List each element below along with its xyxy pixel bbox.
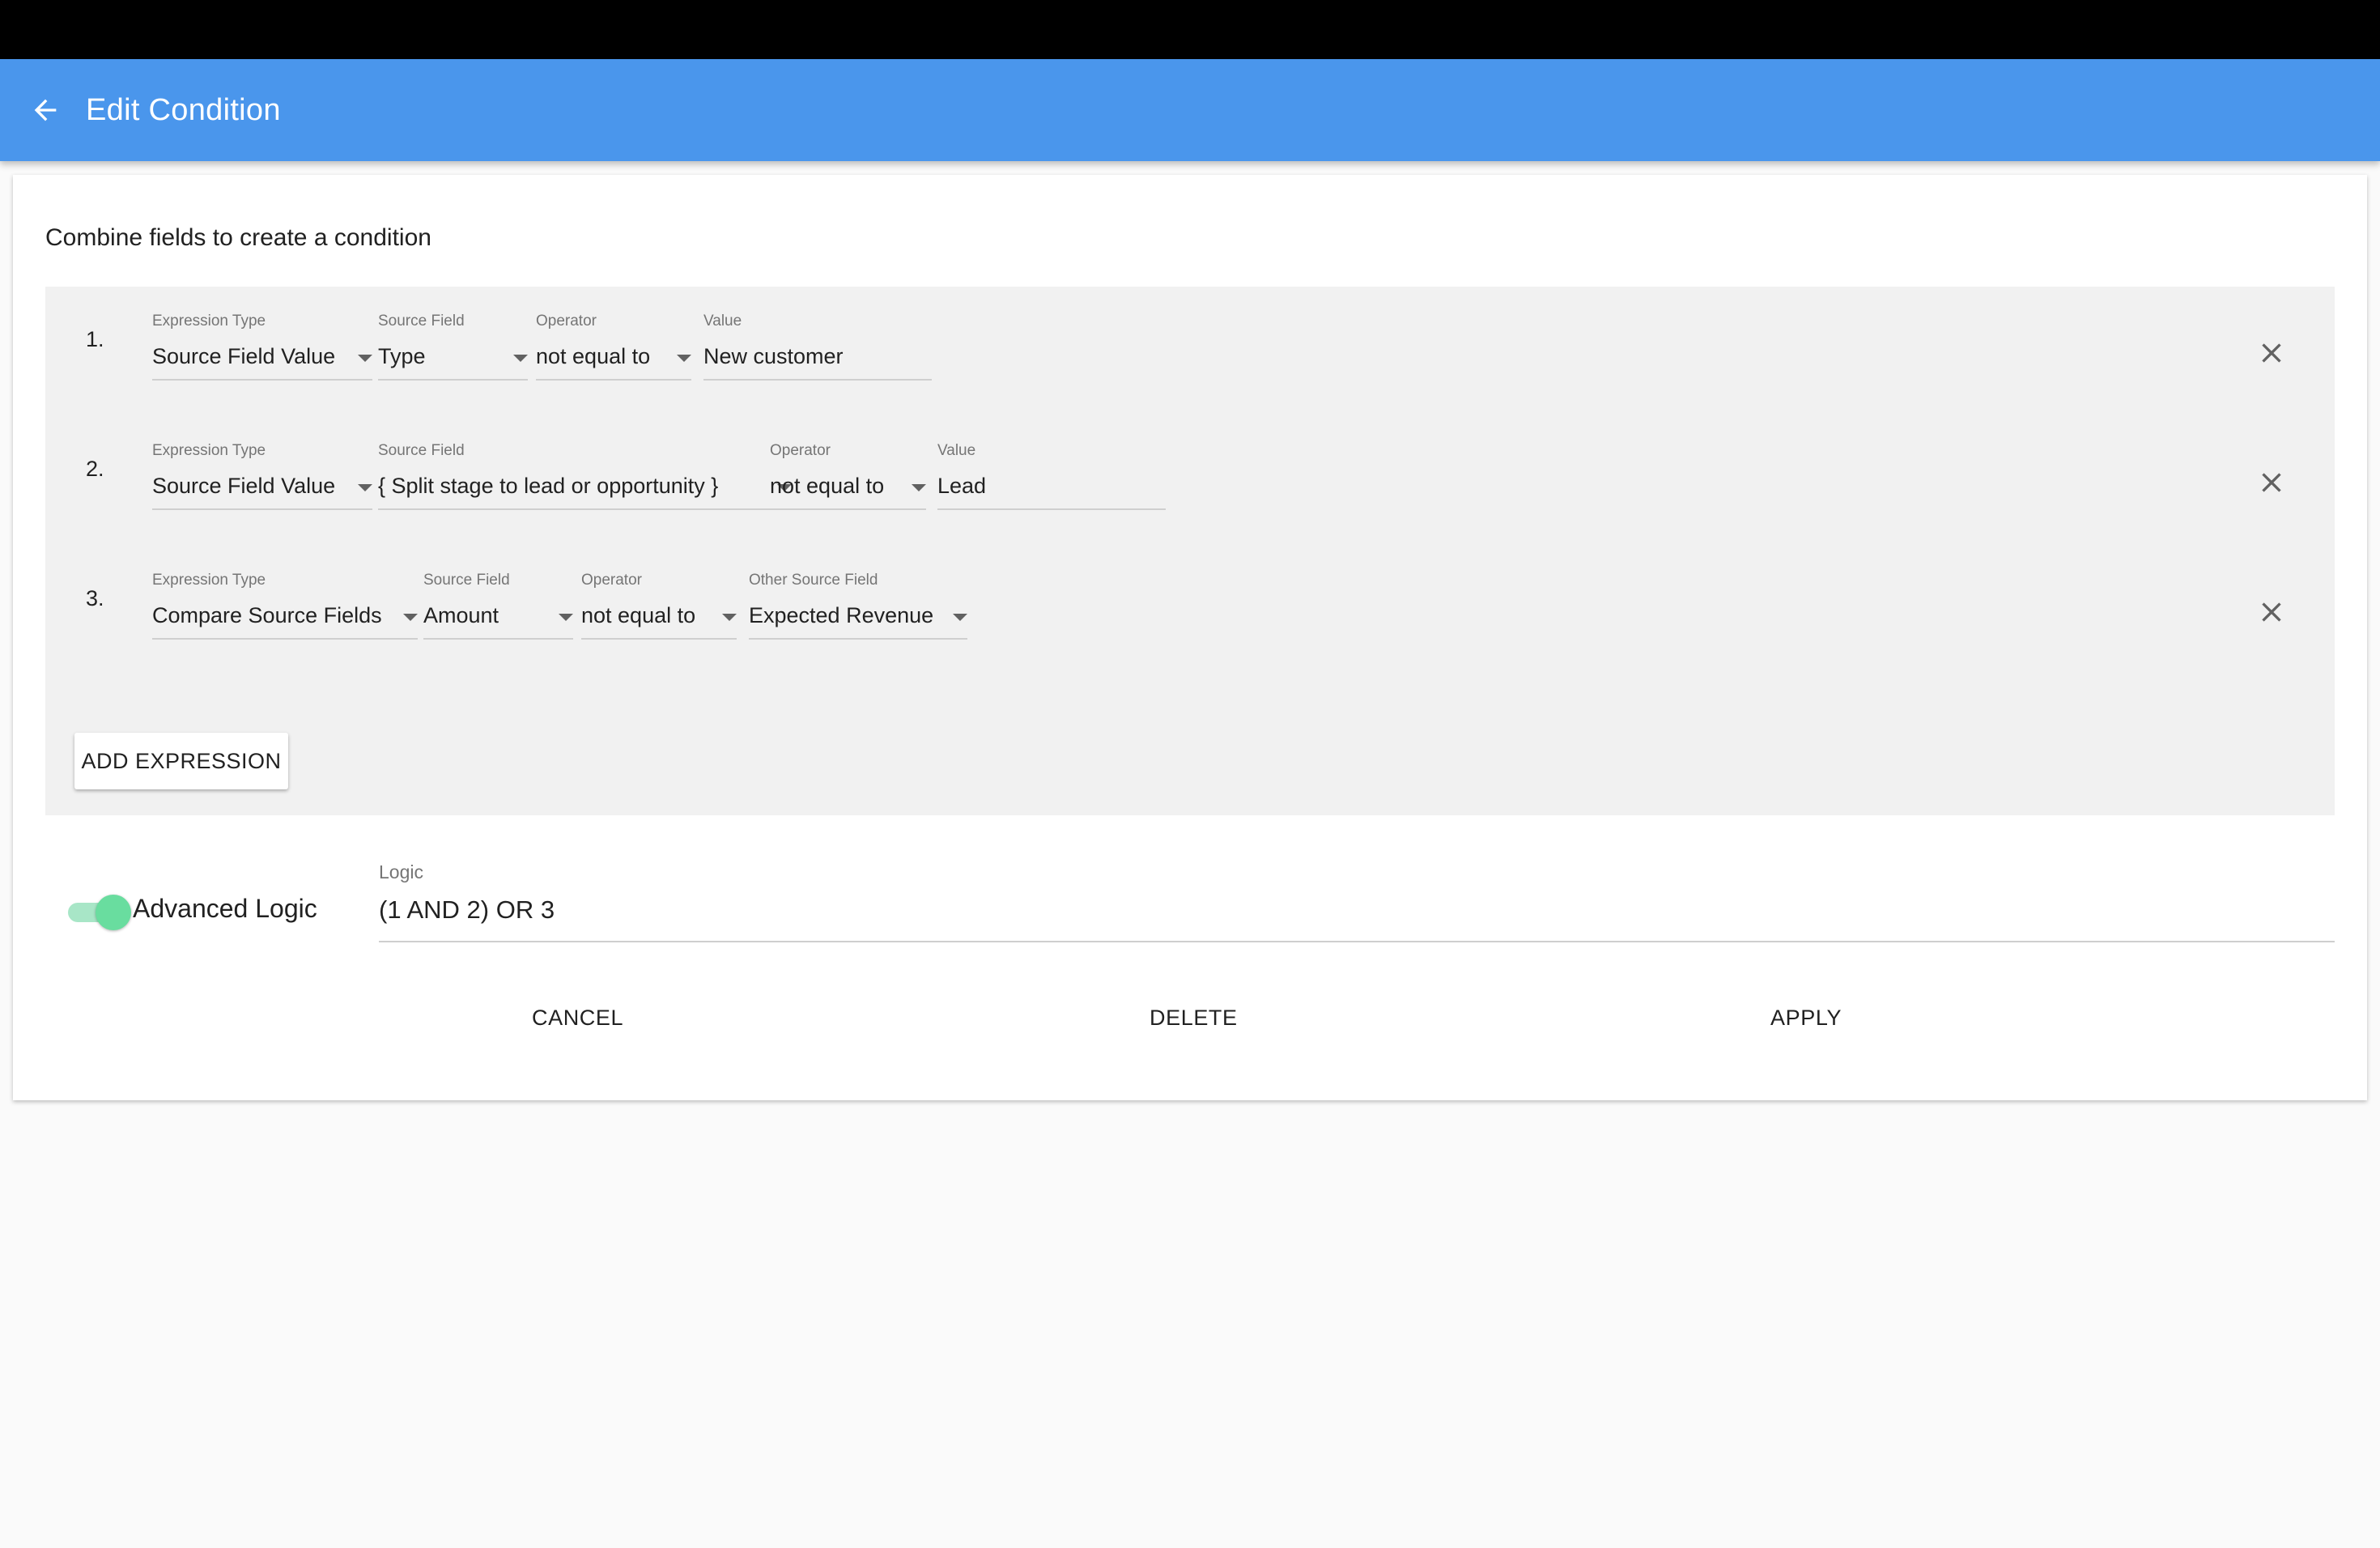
close-icon[interactable]	[2255, 466, 2288, 499]
caret-down-icon	[513, 355, 528, 362]
condition-card: Combine fields to create a condition 1. …	[13, 175, 2367, 1100]
source-field-select[interactable]: Source Field Type	[378, 313, 528, 381]
close-icon[interactable]	[2255, 596, 2288, 628]
field-label: Value	[703, 313, 742, 330]
logic-label: Logic	[379, 861, 423, 882]
page-title: Edit Condition	[86, 92, 281, 127]
expression-row: 3. Expression Type Compare Source Fields…	[45, 546, 2335, 643]
expression-row: 2. Expression Type Source Field Value So…	[45, 416, 2335, 513]
app-bar: Edit Condition	[0, 59, 2380, 161]
expression-number: 3.	[86, 586, 104, 610]
field-label: Source Field	[378, 442, 465, 459]
expression-number: 1.	[86, 327, 104, 351]
value-input[interactable]: Value New customer	[703, 313, 932, 381]
caret-down-icon	[358, 484, 372, 491]
field-label: Expression Type	[152, 442, 266, 459]
close-icon[interactable]	[2255, 337, 2288, 369]
toggle-thumb	[96, 895, 131, 930]
top-bar	[0, 0, 2380, 59]
caret-down-icon	[677, 355, 691, 362]
logic-input[interactable]: Logic (1 AND 2) OR 3	[379, 861, 2335, 949]
field-value: Source Field Value	[152, 344, 336, 368]
expression-list: 1. Expression Type Source Field Value So…	[45, 287, 2335, 815]
caret-down-icon	[722, 614, 737, 621]
back-button[interactable]	[23, 87, 68, 133]
source-field-select[interactable]: Source Field { Split stage to lead or op…	[378, 442, 792, 510]
field-value: not equal to	[770, 474, 885, 498]
field-label: Expression Type	[152, 572, 266, 589]
operator-select[interactable]: Operator not equal to	[581, 572, 737, 640]
field-value: Source Field Value	[152, 474, 336, 498]
caret-down-icon	[953, 614, 967, 621]
caret-down-icon	[403, 614, 418, 621]
field-label: Other Source Field	[749, 572, 878, 589]
advanced-logic-label: Advanced Logic	[133, 894, 317, 923]
expression-type-select[interactable]: Expression Type Compare Source Fields	[152, 572, 418, 640]
field-label: Source Field	[378, 313, 465, 330]
field-label: Value	[937, 442, 976, 459]
field-label: Operator	[536, 313, 597, 330]
apply-button[interactable]: APPLY	[1770, 1006, 1842, 1031]
field-value: { Split stage to lead or opportunity }	[378, 474, 719, 498]
advanced-logic-toggle[interactable]	[62, 891, 134, 932]
field-label: Expression Type	[152, 313, 266, 330]
add-expression-button[interactable]: ADD EXPRESSION	[74, 733, 288, 789]
expression-row: 1. Expression Type Source Field Value So…	[45, 287, 2335, 384]
other-source-field-select[interactable]: Other Source Field Expected Revenue	[749, 572, 967, 640]
expression-type-select[interactable]: Expression Type Source Field Value	[152, 313, 372, 381]
field-value: Amount	[423, 603, 499, 627]
field-label: Operator	[581, 572, 642, 589]
field-label: Operator	[770, 442, 831, 459]
caret-down-icon	[559, 614, 573, 621]
field-label: Source Field	[423, 572, 510, 589]
arrow-left-icon	[34, 99, 57, 121]
operator-select[interactable]: Operator not equal to	[770, 442, 926, 510]
expression-type-select[interactable]: Expression Type Source Field Value	[152, 442, 372, 510]
caret-down-icon	[358, 355, 372, 362]
field-value: New customer	[703, 344, 844, 368]
caret-down-icon	[912, 484, 926, 491]
field-value: Expected Revenue	[749, 603, 934, 627]
expression-number: 2.	[86, 457, 104, 481]
source-field-select[interactable]: Source Field Amount	[423, 572, 573, 640]
field-value: not equal to	[581, 603, 696, 627]
card-heading: Combine fields to create a condition	[45, 224, 431, 251]
delete-button[interactable]: DELETE	[1150, 1006, 1238, 1031]
field-value: Compare Source Fields	[152, 603, 382, 627]
cancel-button[interactable]: CANCEL	[532, 1006, 623, 1031]
value-input[interactable]: Value Lead	[937, 442, 1166, 510]
field-value: Lead	[937, 474, 987, 498]
field-value: Type	[378, 344, 426, 368]
logic-value: (1 AND 2) OR 3	[379, 895, 555, 924]
operator-select[interactable]: Operator not equal to	[536, 313, 691, 381]
field-value: not equal to	[536, 344, 651, 368]
